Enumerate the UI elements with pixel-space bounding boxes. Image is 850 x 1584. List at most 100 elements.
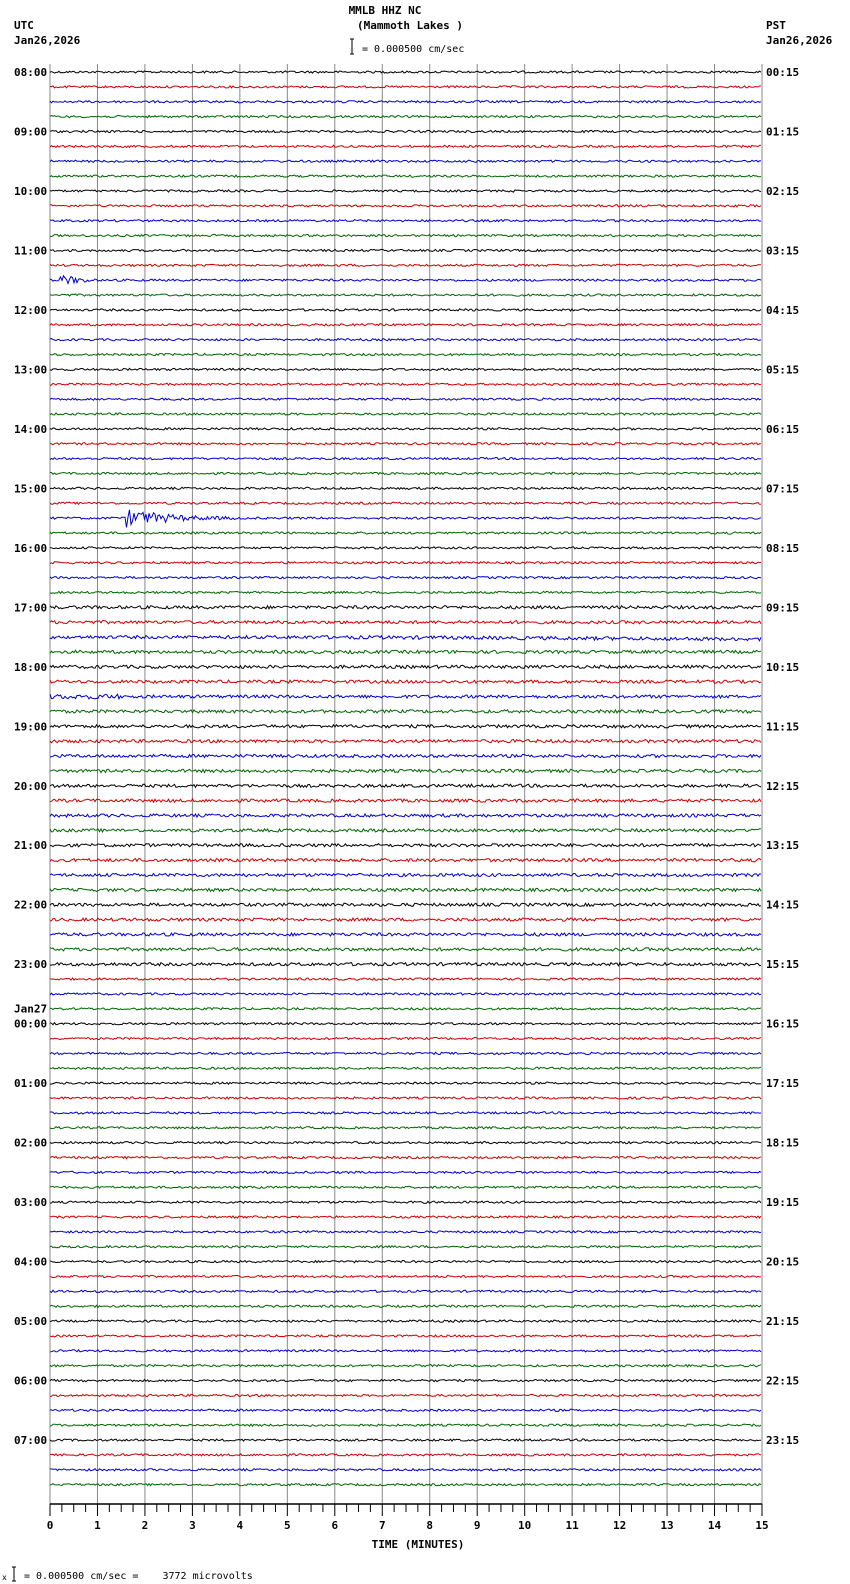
trace-00:30 xyxy=(49,1051,762,1056)
trace-05:45 xyxy=(49,1363,762,1368)
trace-09:30 xyxy=(49,159,762,164)
utc-hour-label: 19:00 xyxy=(14,720,47,733)
trace-15:45 xyxy=(49,531,762,535)
x-tick-label: 12 xyxy=(613,1519,626,1532)
utc-hour-label: 16:00 xyxy=(14,542,47,555)
trace-09:45 xyxy=(49,174,762,178)
utc-hour-label: 06:00 xyxy=(14,1375,47,1388)
trace-11:15 xyxy=(49,263,762,268)
trace-11:00 xyxy=(49,248,762,253)
left-date: Jan26,2026 xyxy=(14,34,81,47)
trace-19:45 xyxy=(49,768,762,774)
date-change-label: Jan27 xyxy=(14,1003,47,1016)
pst-hour-label: 19:15 xyxy=(766,1196,799,1209)
trace-13:15 xyxy=(49,382,762,387)
trace-19:00 xyxy=(49,723,762,729)
pst-hour-label: 02:15 xyxy=(766,185,799,198)
trace-05:00 xyxy=(49,1319,762,1323)
trace-11:30 xyxy=(49,274,762,285)
trace-22:30 xyxy=(49,931,762,938)
utc-hour-label: 07:00 xyxy=(14,1434,47,1447)
trace-14:00 xyxy=(49,427,762,431)
trace-15:30 xyxy=(49,509,762,528)
trace-03:00 xyxy=(49,1200,762,1204)
trace-03:15 xyxy=(49,1215,762,1219)
x-axis: 0 1 2 3 4 5 6 7 8 9 10 11 12 13 14 15 xyxy=(47,1503,769,1532)
x-tick-label: 5 xyxy=(284,1519,291,1532)
trace-17:15 xyxy=(49,619,762,625)
trace-09:15 xyxy=(49,144,761,149)
trace-14:30 xyxy=(49,456,761,461)
trace-13:45 xyxy=(49,412,762,416)
left-timezone: UTC xyxy=(14,19,34,32)
trace-20:00 xyxy=(49,783,762,789)
trace-20:15 xyxy=(49,798,762,804)
x-tick-label: 3 xyxy=(189,1519,196,1532)
pst-hour-label: 08:15 xyxy=(766,542,799,555)
trace-23:15 xyxy=(49,977,762,981)
pst-hour-label: 05:15 xyxy=(766,363,799,376)
utc-hour-label: 01:00 xyxy=(14,1077,47,1090)
footer-scale-bar-icon xyxy=(12,1566,16,1582)
trace-06:00 xyxy=(49,1378,761,1383)
trace-17:45 xyxy=(49,649,762,655)
trace-15:15 xyxy=(49,501,761,506)
x-tick-label: 2 xyxy=(142,1519,149,1532)
trace-22:45 xyxy=(49,946,762,952)
trace-02:15 xyxy=(49,1155,762,1160)
utc-hour-label: 17:00 xyxy=(14,601,47,614)
trace-16:45 xyxy=(49,590,762,595)
trace-00:45 xyxy=(49,1066,762,1071)
utc-hour-label: 02:00 xyxy=(14,1137,47,1150)
station-location: (Mammoth Lakes ) xyxy=(357,19,463,32)
utc-hour-label: 20:00 xyxy=(14,780,47,793)
x-tick-label: 9 xyxy=(474,1519,481,1532)
pst-hour-label: 10:15 xyxy=(766,661,799,674)
trace-12:45 xyxy=(49,352,762,357)
trace-05:30 xyxy=(49,1348,762,1353)
x-tick-label: 13 xyxy=(660,1519,673,1532)
trace-01:30 xyxy=(49,1111,762,1115)
x-tick-label: 11 xyxy=(566,1519,580,1532)
trace-17:30 xyxy=(49,634,762,642)
x-tick-label: 0 xyxy=(47,1519,54,1532)
trace-13:30 xyxy=(49,397,762,401)
utc-hour-label: 15:00 xyxy=(14,482,47,495)
trace-16:30 xyxy=(49,575,762,580)
x-tick-label: 6 xyxy=(331,1519,338,1532)
x-tick-label: 1 xyxy=(94,1519,101,1532)
trace-09:00 xyxy=(49,129,762,134)
pst-hour-label: 01:15 xyxy=(766,125,799,138)
trace-16:15 xyxy=(49,560,762,565)
trace-20:30 xyxy=(49,812,762,819)
pst-hour-label: 15:15 xyxy=(766,958,799,971)
pst-hour-label: 22:15 xyxy=(766,1375,799,1388)
pst-hour-label: 17:15 xyxy=(766,1077,799,1090)
x-tick-label: 10 xyxy=(518,1519,531,1532)
trace-05:15 xyxy=(49,1334,762,1338)
trace-15:00 xyxy=(49,486,762,491)
station-title: MMLB HHZ NC xyxy=(349,4,422,17)
pst-hour-label: 13:15 xyxy=(766,839,799,852)
trace-01:00 xyxy=(50,1081,762,1085)
utc-hour-label: 04:00 xyxy=(14,1256,47,1269)
trace-18:45 xyxy=(49,708,762,715)
trace-00:15 xyxy=(49,1036,762,1041)
trace-08:15 xyxy=(49,84,762,89)
footer-scale-text: = 0.000500 cm/sec = 3772 microvolts xyxy=(24,1571,253,1582)
trace-18:15 xyxy=(49,678,762,685)
trace-01:45 xyxy=(49,1125,762,1130)
pst-hour-label: 16:15 xyxy=(766,1018,799,1031)
trace-07:00 xyxy=(49,1438,762,1442)
trace-02:30 xyxy=(49,1170,762,1175)
trace-10:45 xyxy=(49,233,762,238)
trace-17:00 xyxy=(49,604,762,610)
pst-hour-label: 20:15 xyxy=(766,1256,799,1269)
trace-14:15 xyxy=(49,441,761,446)
trace-02:00 xyxy=(49,1140,762,1145)
trace-11:45 xyxy=(49,293,762,297)
trace-04:15 xyxy=(49,1274,762,1279)
pst-hour-label: 21:15 xyxy=(766,1315,799,1328)
utc-hour-label: 09:00 xyxy=(14,125,47,138)
pst-hour-label: 14:15 xyxy=(766,899,799,912)
